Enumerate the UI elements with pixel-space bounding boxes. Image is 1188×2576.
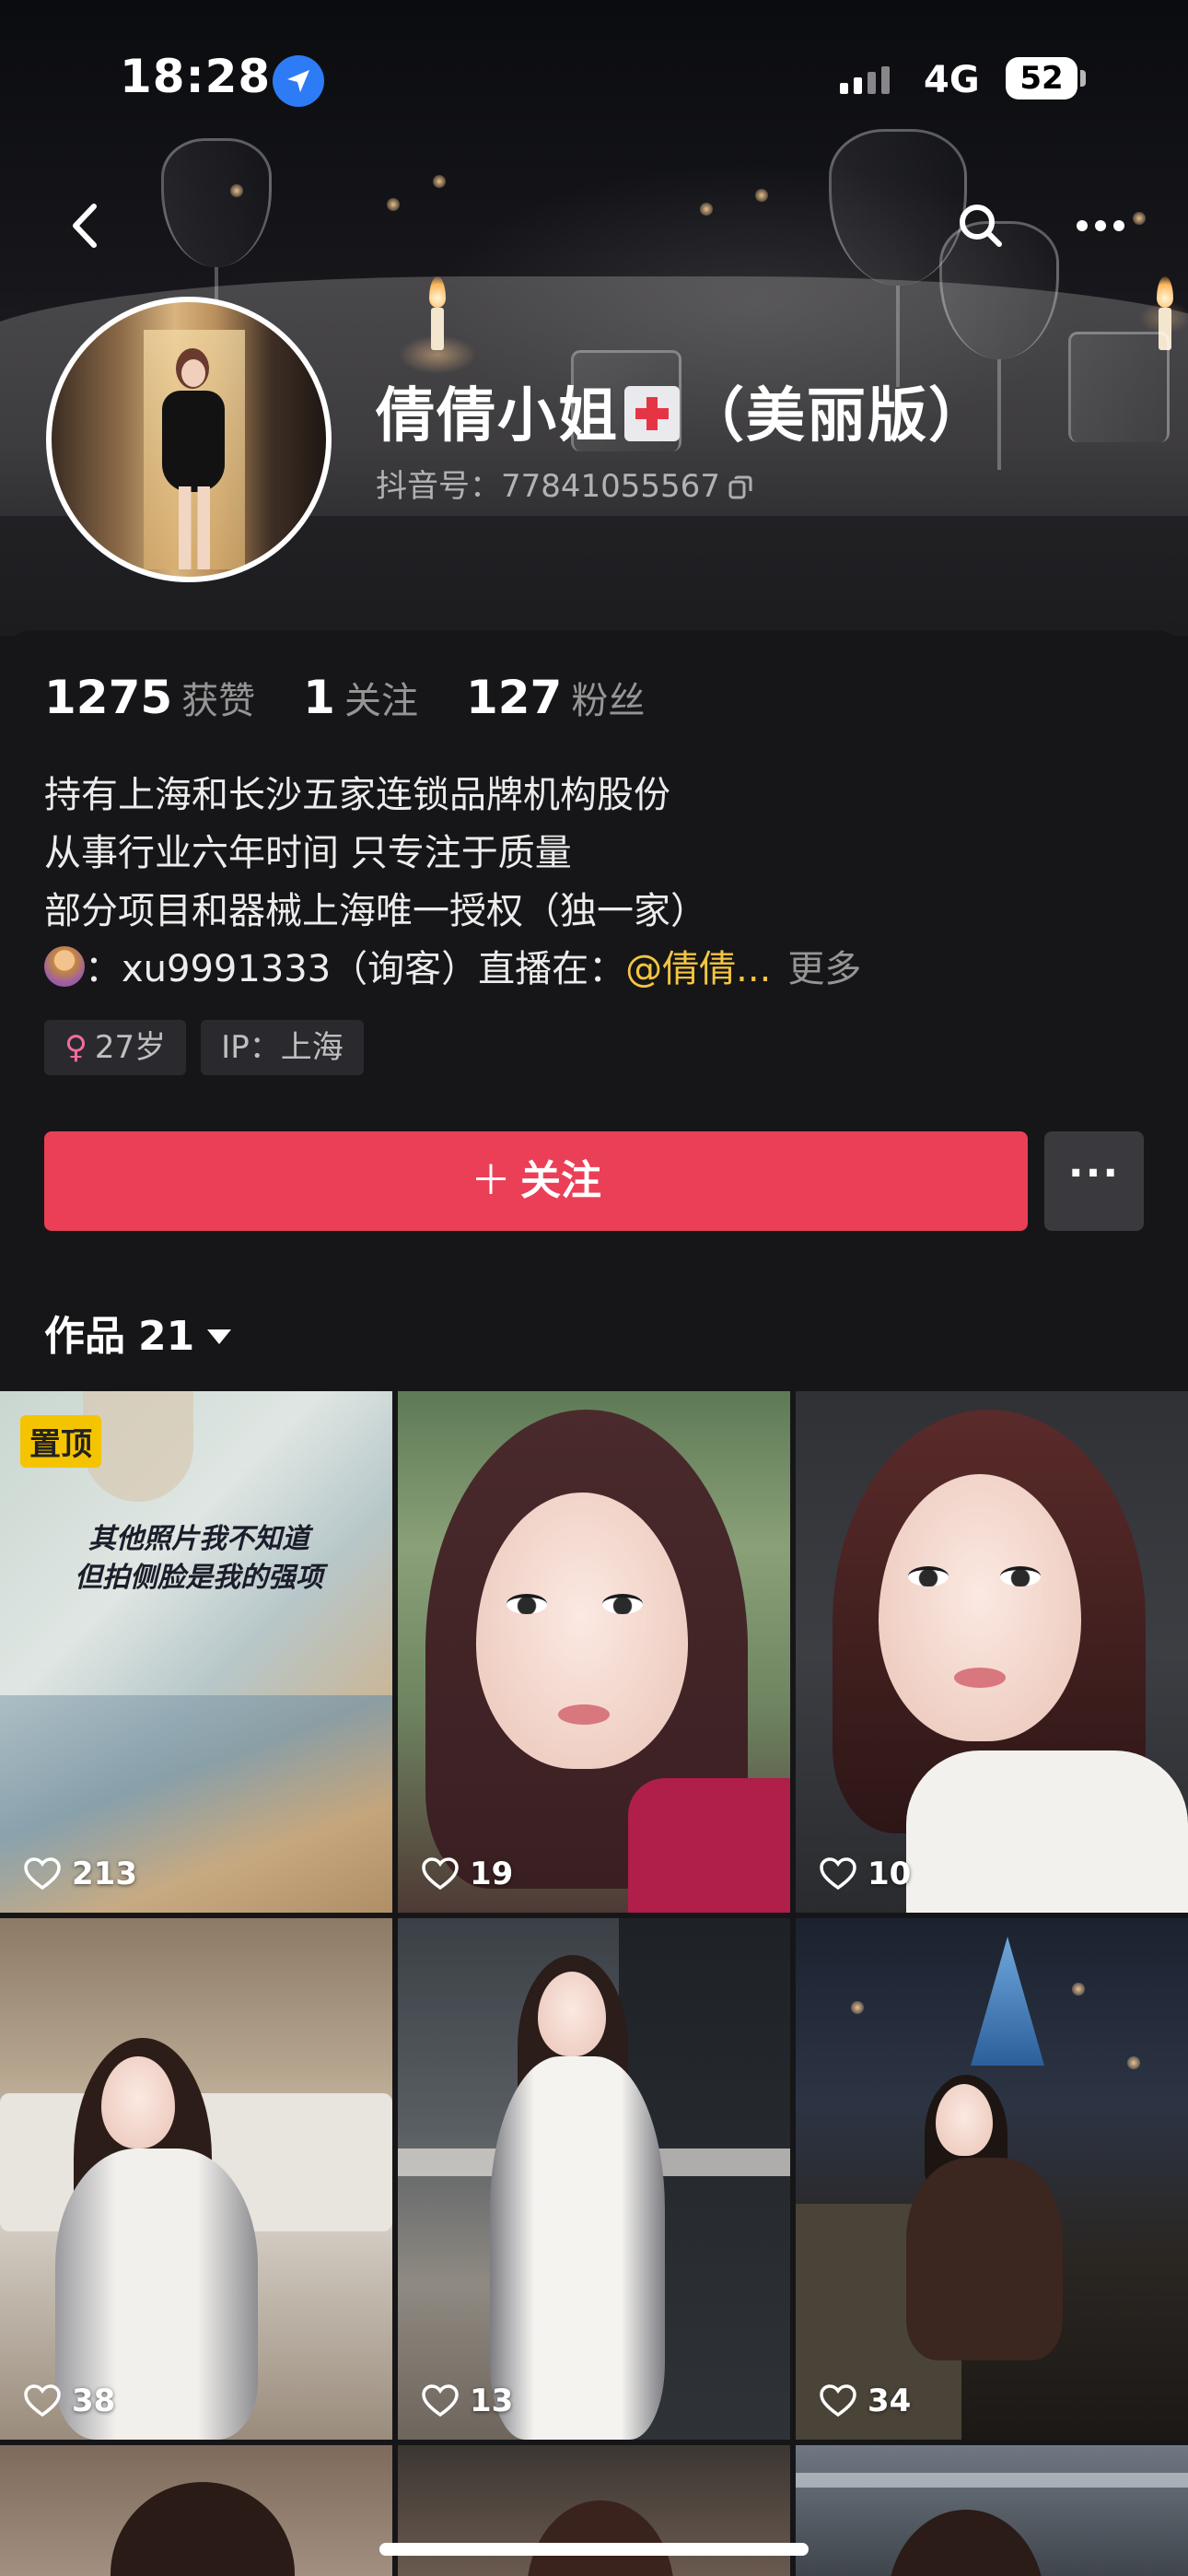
profile-stats: 1275 获赞 1 关注 127 粉丝 bbox=[44, 671, 693, 724]
followers-label[interactable]: 粉丝 bbox=[571, 671, 645, 724]
bokeh-light bbox=[433, 175, 446, 188]
plus-icon: ＋ bbox=[471, 1157, 511, 1204]
follow-label: 关注 bbox=[520, 1157, 601, 1204]
video-likes: 34 bbox=[820, 2383, 911, 2419]
tumbler-glass bbox=[1068, 332, 1170, 442]
location-arrow-icon bbox=[273, 55, 324, 107]
age-tag: ♀ 27岁 bbox=[44, 1020, 187, 1075]
bio-more-link[interactable]: 更多 bbox=[787, 948, 861, 990]
bokeh-light bbox=[755, 189, 768, 202]
profile-bio: 持有上海和长沙五家连锁品牌机构股份 从事行业六年时间 只专注于质量 部分项目和器… bbox=[44, 767, 861, 999]
network-type: 4G bbox=[924, 59, 980, 101]
likes-count-text: 19 bbox=[470, 1856, 514, 1892]
likes-count-text: 34 bbox=[868, 2383, 912, 2419]
heart-icon bbox=[422, 2384, 459, 2418]
bokeh-light bbox=[387, 198, 400, 211]
video-likes: 10 bbox=[820, 1856, 911, 1892]
nickname-suffix: （美丽版） bbox=[685, 382, 989, 451]
caption-line: 但拍侧脸是我的强项 bbox=[75, 1562, 323, 1594]
search-button[interactable] bbox=[949, 193, 1013, 258]
heart-icon bbox=[24, 2384, 61, 2418]
chevron-left-icon bbox=[73, 204, 97, 248]
video-likes: 13 bbox=[422, 2383, 513, 2419]
home-indicator[interactable] bbox=[379, 2543, 809, 2556]
video-thumbnail[interactable]: 19 bbox=[398, 1391, 790, 1913]
likes-count-text: 38 bbox=[72, 2383, 116, 2419]
video-thumbnail[interactable] bbox=[0, 2445, 392, 2576]
following-count[interactable]: 1 bbox=[303, 671, 335, 724]
likes-count-text: 10 bbox=[868, 1856, 912, 1892]
likes-label[interactable]: 获赞 bbox=[181, 671, 255, 724]
likes-count-text: 213 bbox=[72, 1856, 137, 1892]
following-label[interactable]: 关注 bbox=[344, 671, 418, 724]
glass-stem bbox=[997, 359, 1001, 470]
video-likes: 38 bbox=[24, 2383, 115, 2419]
more-options-button[interactable] bbox=[1068, 193, 1133, 258]
bio-contact-text: ：xu9991333（询客）直播在： bbox=[85, 948, 626, 990]
likes-count[interactable]: 1275 bbox=[44, 671, 172, 724]
bokeh-light bbox=[700, 203, 713, 216]
status-time: 18:28 bbox=[120, 50, 272, 103]
wine-glass bbox=[161, 138, 272, 267]
candle bbox=[431, 308, 444, 350]
bio-line: 持有上海和长沙五家连锁品牌机构股份 bbox=[44, 774, 670, 816]
bio-line: ：xu9991333（询客）直播在：@倩倩... 更多 bbox=[44, 941, 861, 999]
profile-tags: ♀ 27岁 IP：上海 bbox=[44, 1020, 364, 1075]
video-thumbnail[interactable]: 38 bbox=[0, 1918, 392, 2440]
follow-button[interactable]: ＋关注 bbox=[44, 1131, 1028, 1231]
tab-works[interactable]: 作品 21 bbox=[44, 1303, 232, 1362]
video-likes: 213 bbox=[24, 1856, 137, 1892]
pinned-badge: 置顶 bbox=[20, 1415, 101, 1468]
age-text: 27岁 bbox=[94, 1029, 167, 1066]
video-thumbnail[interactable] bbox=[796, 2445, 1188, 2576]
video-thumbnail[interactable] bbox=[398, 2445, 790, 2576]
dancer-emoji-icon bbox=[44, 946, 85, 987]
heart-icon bbox=[422, 1857, 459, 1891]
bokeh-light bbox=[1133, 212, 1146, 225]
bio-line: 从事行业六年时间 只专注于质量 bbox=[44, 832, 572, 874]
likes-count-text: 13 bbox=[470, 2383, 514, 2419]
profile-nickname: 倩倩小姐 （美丽版） bbox=[376, 369, 989, 453]
douyin-id-text: 抖音号：77841055567 bbox=[376, 468, 720, 505]
ip-location-tag: IP：上海 bbox=[201, 1020, 364, 1075]
avatar[interactable] bbox=[46, 297, 332, 582]
ellipsis-icon bbox=[1077, 220, 1124, 231]
copy-icon[interactable] bbox=[728, 474, 753, 500]
caret-down-icon bbox=[207, 1329, 232, 1344]
profile-cover: 18:28 4G 52 倩倩小姐 （美丽版） 抖音号：77841055567 bbox=[0, 0, 1188, 636]
nickname-main: 倩倩小姐 bbox=[376, 382, 619, 451]
video-thumbnail[interactable]: 34 bbox=[796, 1918, 1188, 2440]
works-label: 作品 bbox=[44, 1313, 125, 1360]
works-count: 21 bbox=[138, 1313, 195, 1360]
video-caption: 其他照片我不知道 但拍侧脸是我的强项 bbox=[33, 1520, 365, 1598]
video-thumbnail[interactable]: 13 bbox=[398, 1918, 790, 2440]
profile-panel: 1275 获赞 1 关注 127 粉丝 持有上海和长沙五家连锁品牌机构股份 从事行业六… bbox=[0, 630, 1188, 1388]
battery-icon: 52 bbox=[1006, 57, 1077, 100]
female-icon: ♀ bbox=[64, 1029, 87, 1066]
cellular-signal-icon bbox=[840, 66, 890, 94]
douyin-id[interactable]: 抖音号：77841055567 bbox=[376, 461, 753, 506]
heart-icon bbox=[24, 1857, 61, 1891]
search-icon bbox=[960, 205, 1002, 247]
battery-nub bbox=[1080, 70, 1086, 87]
followers-count[interactable]: 127 bbox=[466, 671, 562, 724]
video-thumbnail[interactable]: 10 bbox=[796, 1391, 1188, 1913]
heart-icon bbox=[820, 1857, 856, 1891]
bio-line: 部分项目和器械上海唯一授权（独一家） bbox=[44, 890, 707, 932]
caption-line: 其他照片我不知道 bbox=[88, 1523, 309, 1555]
back-button[interactable] bbox=[55, 193, 120, 258]
live-mention-link[interactable]: @倩倩... bbox=[625, 948, 771, 990]
video-likes: 19 bbox=[422, 1856, 513, 1892]
video-thumbnail[interactable]: 置顶 其他照片我不知道 但拍侧脸是我的强项 213 bbox=[0, 1391, 392, 1913]
candle-flame bbox=[1157, 276, 1173, 308]
hospital-icon bbox=[624, 386, 680, 441]
heart-icon bbox=[820, 2384, 856, 2418]
follow-more-button[interactable]: ··· bbox=[1044, 1131, 1144, 1231]
